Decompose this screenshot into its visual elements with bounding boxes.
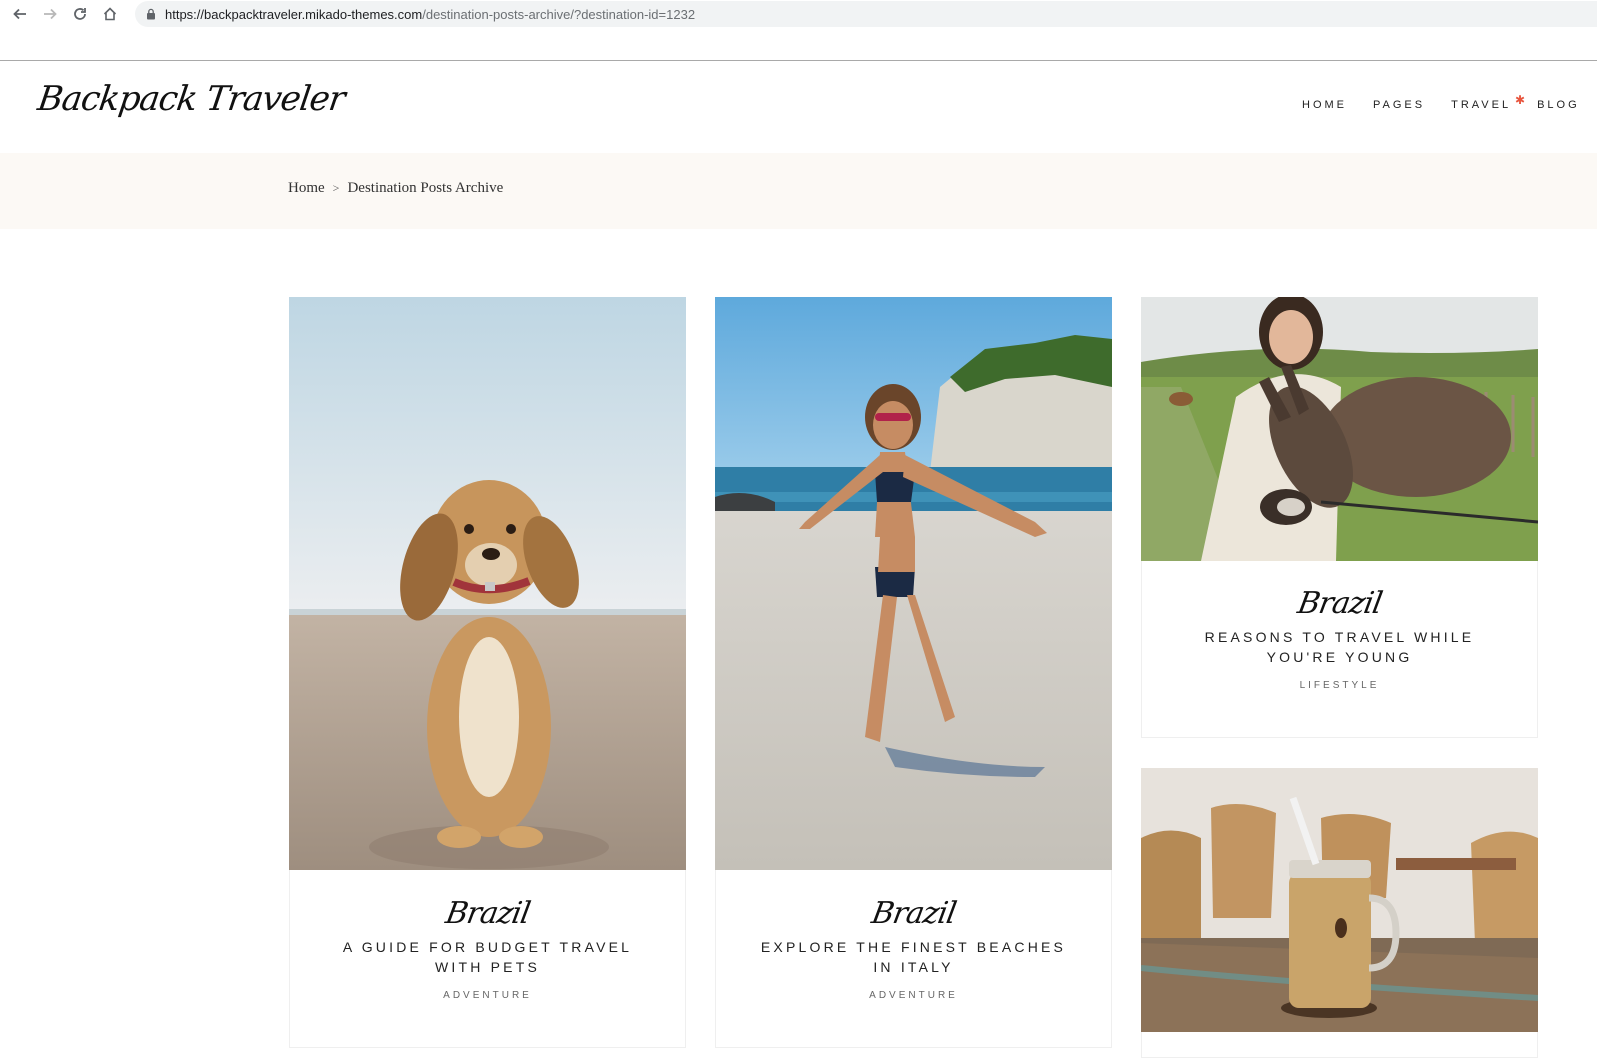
post-category[interactable]: LIFESTYLE (1142, 680, 1537, 691)
breadcrumb-current: Destination Posts Archive (347, 180, 504, 196)
post-card (1141, 768, 1538, 1058)
post-image[interactable] (715, 297, 1112, 870)
nav-item-travel[interactable]: TRAVEL ✱ (1451, 93, 1525, 111)
new-star-icon: ✱ (1515, 93, 1526, 107)
post-card: Brazil A GUIDE FOR BUDGET TRAVEL WITH PE… (289, 297, 686, 1048)
nav-item-home[interactable]: HOME (1302, 99, 1347, 111)
post-card: Brazil EXPLORE THE FINEST BEACHES IN ITA… (715, 297, 1112, 1048)
woman-with-donkey-image (1141, 297, 1538, 561)
back-arrow-icon[interactable] (5, 0, 35, 28)
post-info: Brazil A GUIDE FOR BUDGET TRAVEL WITH PE… (290, 896, 685, 1001)
site-header: Backpack Traveler HOME PAGES TRAVEL ✱ BLO… (0, 61, 1597, 153)
home-icon[interactable] (95, 0, 125, 28)
post-image[interactable] (289, 297, 686, 870)
post-title[interactable]: EXPLORE THE FINEST BEACHES IN ITALY (716, 937, 1111, 977)
post-card: Brazil REASONS TO TRAVEL WHILE YOU'RE YO… (1141, 297, 1538, 738)
destination-label[interactable]: Brazil (869, 896, 958, 931)
woman-on-beach-image (715, 297, 1112, 870)
breadcrumb-home[interactable]: Home (288, 180, 325, 197)
post-image[interactable] (1141, 297, 1538, 561)
post-image[interactable] (1141, 768, 1538, 1032)
main-nav: HOME PAGES TRAVEL ✱ BLOG (1302, 93, 1597, 111)
nav-item-pages[interactable]: PAGES (1373, 99, 1425, 111)
destination-label[interactable]: Brazil (1295, 586, 1384, 621)
forward-arrow-icon[interactable] (35, 0, 65, 28)
breadcrumb: Home > Destination Posts Archive (288, 180, 503, 197)
reload-icon[interactable] (65, 0, 95, 28)
dog-on-beach-image (289, 297, 686, 870)
post-title[interactable]: REASONS TO TRAVEL WHILE YOU'RE YOUNG (1142, 627, 1537, 667)
destination-label[interactable]: Brazil (443, 896, 532, 931)
post-title[interactable]: A GUIDE FOR BUDGET TRAVEL WITH PETS (290, 937, 685, 977)
browser-toolbar: https://backpacktraveler.mikado-themes.c… (0, 0, 1597, 28)
title-area: Home > Destination Posts Archive (0, 153, 1597, 229)
nav-item-travel-label: TRAVEL (1451, 99, 1512, 111)
url-host: https://backpacktraveler.mikado-themes.c… (165, 6, 423, 22)
breadcrumb-separator: > (332, 181, 340, 195)
nav-item-blog[interactable]: BLOG (1537, 99, 1580, 111)
iced-coffee-jar-image (1141, 768, 1538, 1032)
post-category[interactable]: ADVENTURE (290, 990, 685, 1001)
address-bar[interactable]: https://backpacktraveler.mikado-themes.c… (135, 1, 1597, 27)
url-path: /destination-posts-archive/?destination-… (422, 6, 696, 22)
lock-icon (145, 8, 157, 20)
post-info: Brazil REASONS TO TRAVEL WHILE YOU'RE YO… (1142, 586, 1537, 691)
post-category[interactable]: ADVENTURE (716, 990, 1111, 1001)
post-info: Brazil EXPLORE THE FINEST BEACHES IN ITA… (716, 896, 1111, 1001)
site-logo[interactable]: Backpack Traveler (35, 79, 347, 119)
